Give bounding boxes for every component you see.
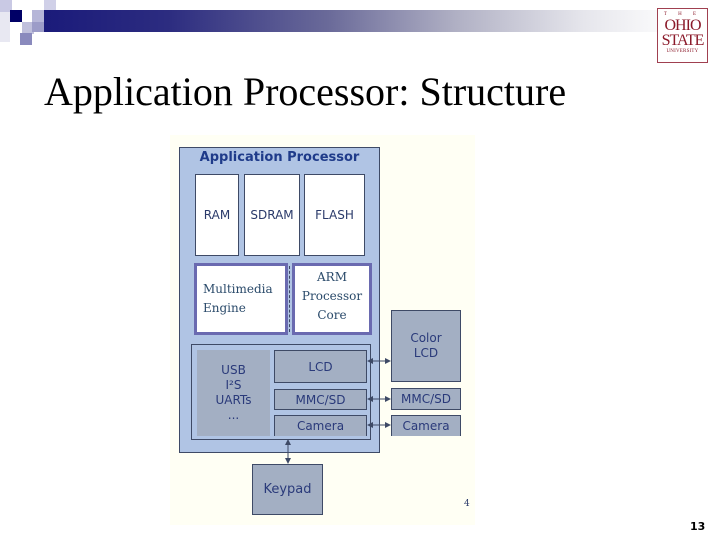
decor-square xyxy=(44,0,56,10)
slide-title: Application Processor: Structure xyxy=(44,69,567,114)
architecture-diagram: Application Processor RAM SDRAM FLASH Mu… xyxy=(170,135,475,525)
decor-square xyxy=(10,10,22,22)
decor-square xyxy=(32,22,44,32)
figure-number: 4 xyxy=(464,499,470,509)
connection-arrows xyxy=(285,358,391,464)
osu-logo: T H E OHIO STATE UNIVERSITY xyxy=(657,8,708,63)
decor-square xyxy=(20,33,32,45)
logo-state: STATE xyxy=(661,32,705,49)
decor-square xyxy=(32,10,44,22)
logo-ohio: OHIO xyxy=(664,17,702,34)
logo-university: UNIVERSITY xyxy=(666,49,699,54)
page-number: 13 xyxy=(690,520,706,533)
header-gradient-bar xyxy=(40,10,680,32)
decor-square xyxy=(0,12,10,42)
